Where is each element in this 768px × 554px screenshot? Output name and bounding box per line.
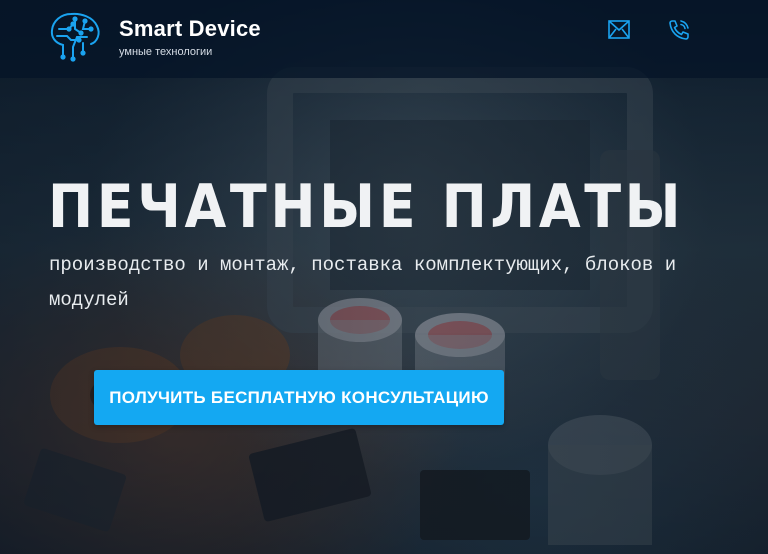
brand-tagline: умные технологии (119, 46, 213, 58)
brand-name[interactable]: Smart Device (119, 16, 261, 42)
hero-subtitle: производство и монтаж, поставка комплект… (49, 254, 677, 311)
free-consultation-button[interactable]: ПОЛУЧИТЬ БЕСПЛАТНУЮ КОНСУЛЬТАЦИЮ (94, 370, 504, 425)
circuit-brain-icon[interactable] (47, 9, 105, 67)
hero-title: ПЕЧАТНЫЕ ПЛАТЫ (48, 172, 685, 242)
mail-button[interactable] (606, 17, 632, 43)
hero-section: Smart Device умные технологии ПЕЧАТНЫЕ П… (0, 0, 768, 554)
phone-button[interactable] (666, 17, 692, 43)
phone-icon (669, 20, 689, 40)
mail-icon (608, 20, 630, 39)
site-header: Smart Device умные технологии (0, 0, 768, 78)
